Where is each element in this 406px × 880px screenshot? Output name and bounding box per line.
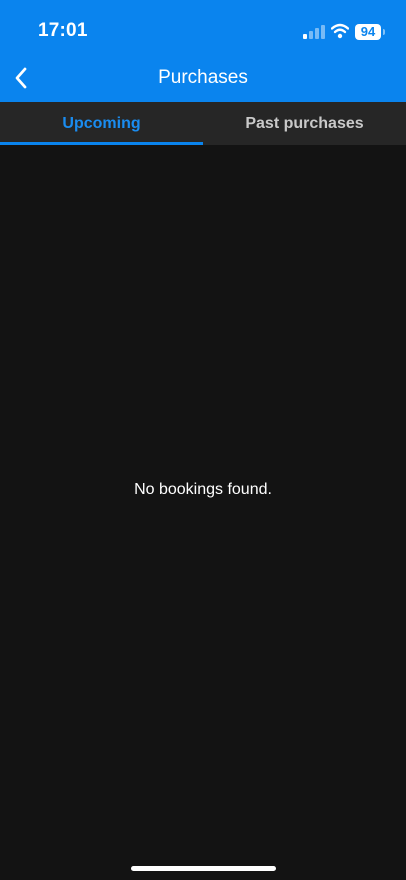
battery-icon: 94 [355, 24, 386, 40]
page-title: Purchases [158, 67, 248, 88]
tab-past-purchases[interactable]: Past purchases [203, 102, 406, 145]
battery-level: 94 [355, 24, 381, 40]
bookings-list: No bookings found. [0, 145, 406, 880]
battery-cap [383, 29, 385, 35]
tab-upcoming[interactable]: Upcoming [0, 102, 203, 145]
wifi-icon [331, 23, 349, 39]
app-header: 17:01 94 Purchases [0, 0, 406, 102]
nav-bar: Purchases [0, 56, 406, 102]
status-bar: 17:01 94 [0, 0, 406, 56]
home-indicator[interactable] [131, 866, 276, 871]
signal-icon [303, 25, 325, 39]
status-time: 17:01 [38, 20, 88, 41]
tab-bar: Upcoming Past purchases [0, 102, 406, 145]
empty-state-message: No bookings found. [134, 481, 272, 498]
